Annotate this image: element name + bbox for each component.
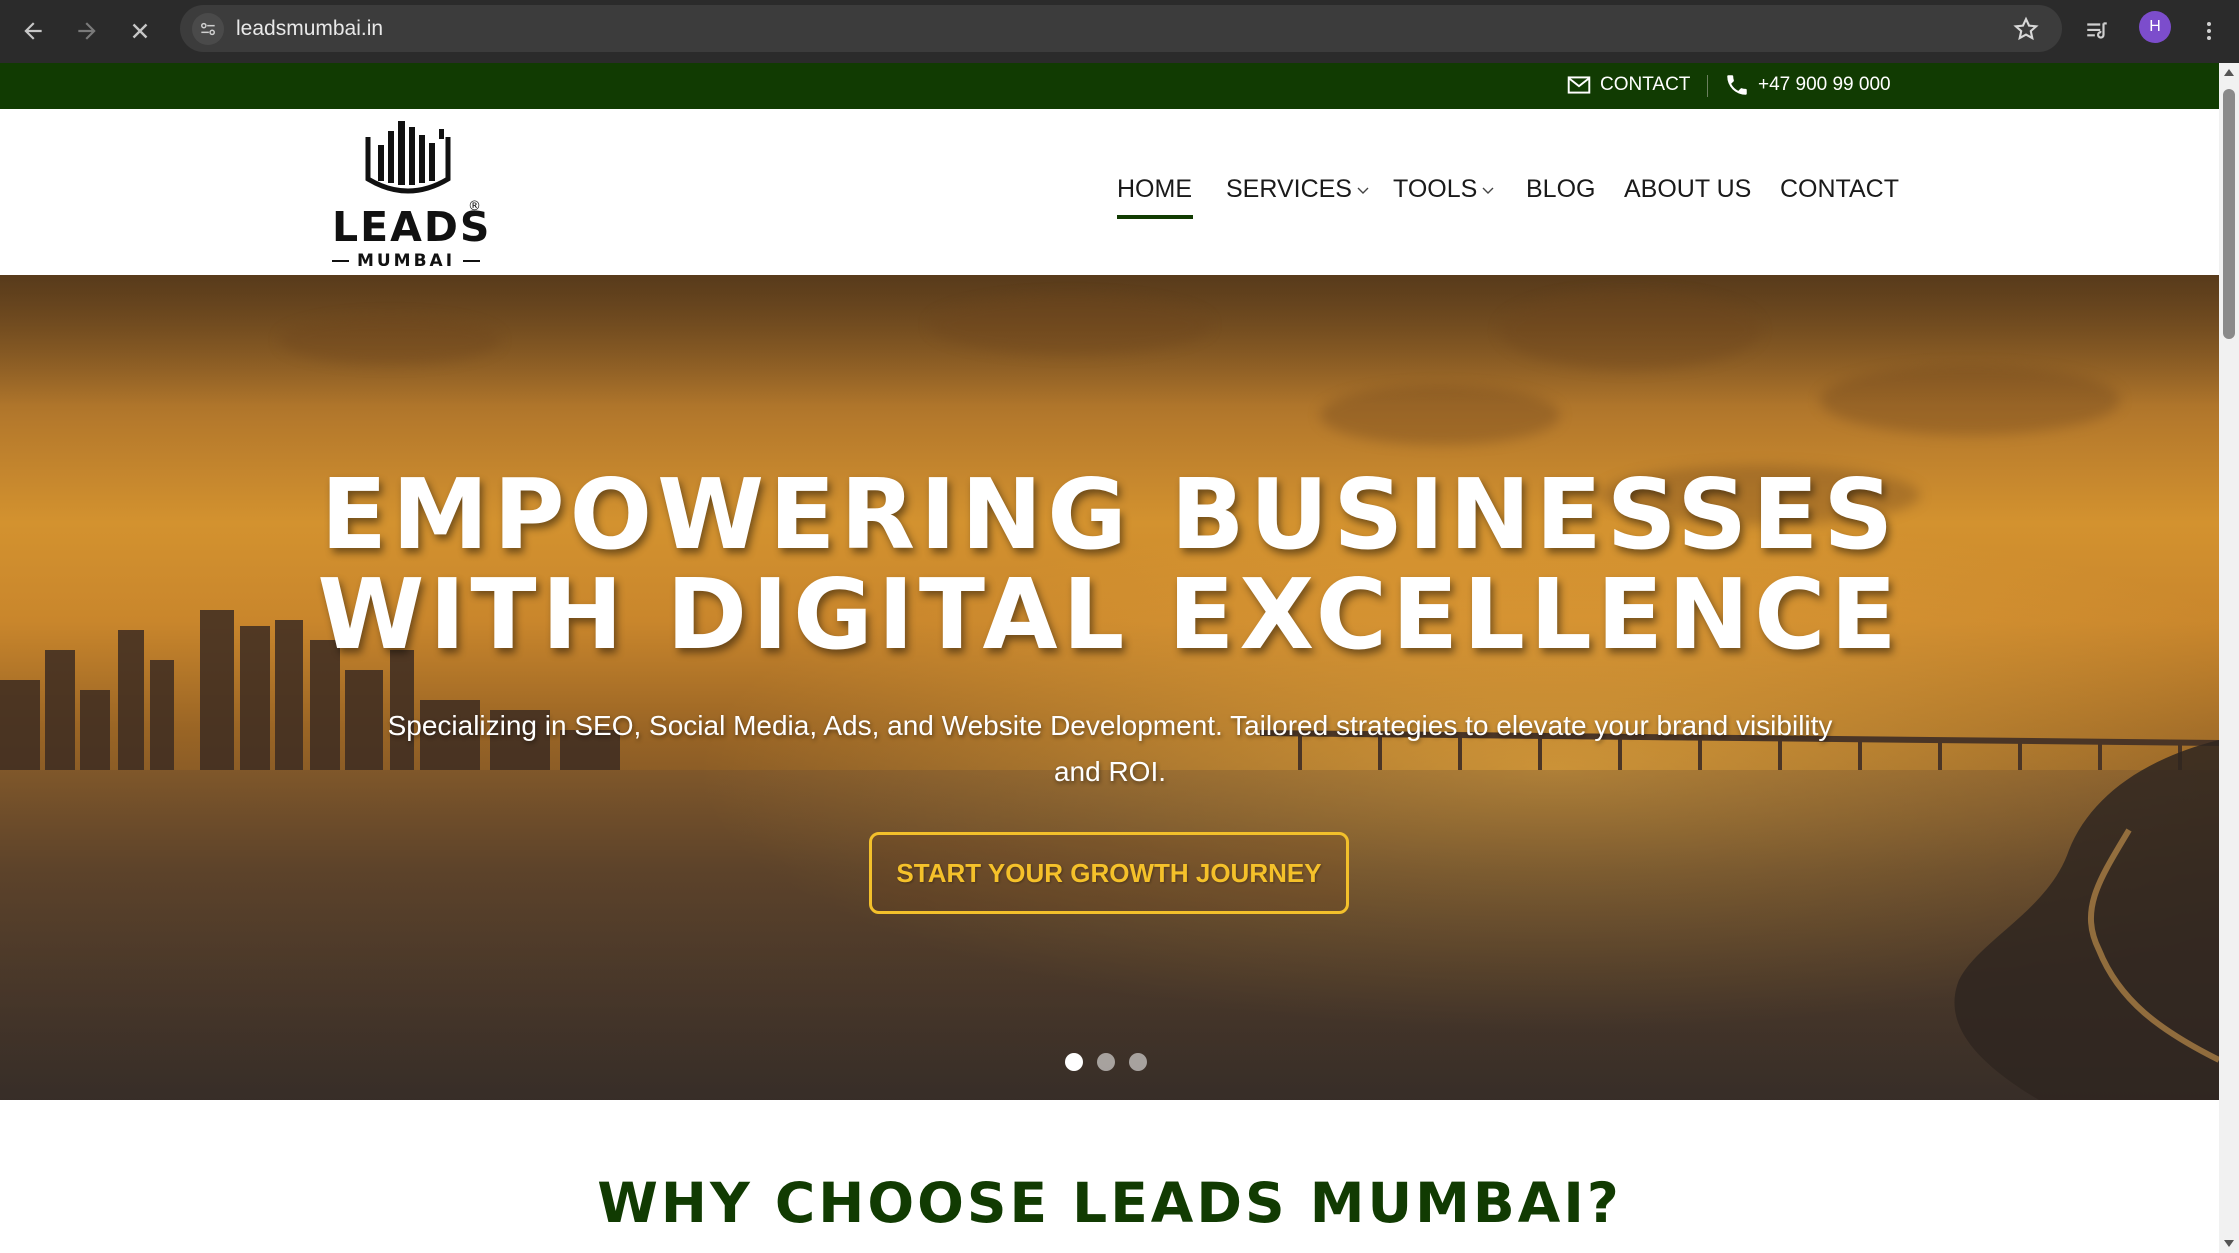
nav-services-label: SERVICES [1226, 175, 1352, 203]
back-button[interactable] [12, 10, 54, 52]
start-growth-journey-button[interactable]: START YOUR GROWTH JOURNEY [869, 832, 1349, 914]
slide-dot-2[interactable] [1097, 1053, 1115, 1071]
nav-home-label: HOME [1117, 175, 1192, 203]
forward-button[interactable] [66, 10, 108, 52]
nav-tools-label: TOOLS [1393, 175, 1478, 203]
why-choose-heading: WHY CHOOSE LEADS MUMBAI? [597, 1171, 1622, 1235]
logo-sub-text: MUMBAI [356, 251, 456, 271]
site-logo[interactable]: LEADS ® MUMBAI [328, 117, 489, 271]
hero-heading-line-1: EMPOWERING BUSINESSES [320, 458, 1899, 571]
stop-loading-icon [132, 23, 148, 39]
back-icon [24, 22, 42, 40]
topbar-phone-link[interactable]: +47 900 99 000 [1724, 72, 1891, 98]
topbar-divider [1707, 75, 1708, 97]
topbar-contact-label: CONTACT [1600, 74, 1691, 95]
nav-tools[interactable]: TOOLS [1393, 175, 1495, 204]
topbar-contact-link[interactable]: CONTACT [1566, 72, 1690, 98]
browser-menu-button[interactable] [2190, 12, 2228, 50]
nav-services[interactable]: SERVICES [1226, 175, 1370, 204]
skyline-shield-icon [365, 121, 451, 194]
nav-contact-label: CONTACT [1780, 175, 1899, 203]
site-info-button[interactable] [192, 13, 224, 45]
forward-icon [78, 22, 96, 40]
site-info-icon [201, 22, 215, 36]
url-text[interactable]: leadsmumbai.in [236, 17, 383, 41]
hero-subtitle: Specializing in SEO, Social Media, Ads, … [387, 710, 1833, 787]
site-header: LEADS ® MUMBAI HOME SERVICES TOOLS BLOG [0, 109, 2219, 275]
slider-pagination [1065, 1053, 1147, 1071]
scrollbar-thumb[interactable] [2223, 89, 2235, 339]
scroll-up-arrow-icon[interactable] [2224, 69, 2234, 76]
hero-heading-line-2: WITH DIGITAL EXCELLENCE [317, 558, 1902, 671]
profile-avatar[interactable]: H [2139, 11, 2171, 43]
browser-toolbar: leadsmumbai.in H [0, 0, 2239, 63]
reading-list-icon [2087, 22, 2107, 39]
slide-dot-1[interactable] [1065, 1053, 1083, 1071]
hero-heading: EMPOWERING BUSINESSES WITH DIGITAL EXCEL… [0, 465, 2219, 665]
chevron-down-icon [1357, 187, 1369, 194]
nav-about-us[interactable]: ABOUT US [1624, 175, 1751, 204]
chevron-down-icon [1482, 187, 1494, 194]
logo-subtitle: MUMBAI [332, 251, 480, 271]
page-scrollbar[interactable] [2219, 63, 2239, 1253]
slide-dot-3[interactable] [1129, 1053, 1147, 1071]
nav-active-indicator [1117, 215, 1193, 219]
topbar-phone-number: +47 900 99 000 [1758, 74, 1891, 95]
nav-about-label: ABOUT US [1624, 175, 1752, 203]
hero-slider: EMPOWERING BUSINESSES WITH DIGITAL EXCEL… [0, 275, 2219, 1100]
envelope-icon [1567, 76, 1591, 94]
page-viewport: CONTACT +47 900 99 000 LEADS ® MUMBAI HO… [0, 63, 2239, 1253]
nav-home[interactable]: HOME [1117, 175, 1192, 204]
nav-blog[interactable]: BLOG [1526, 175, 1595, 204]
phone-icon [1727, 75, 1747, 95]
nav-contact[interactable]: CONTACT [1780, 175, 1899, 204]
bookmark-star-icon[interactable] [2012, 15, 2040, 43]
reading-list-button[interactable] [2078, 12, 2116, 50]
address-bar[interactable]: leadsmumbai.in [180, 5, 2062, 52]
scroll-down-arrow-icon[interactable] [2224, 1240, 2234, 1247]
nav-blog-label: BLOG [1526, 175, 1596, 203]
registered-mark: ® [468, 199, 481, 214]
top-contact-bar: CONTACT +47 900 99 000 [0, 63, 2219, 109]
stop-loading-button[interactable] [119, 10, 161, 52]
menu-dots-icon [2207, 22, 2211, 40]
